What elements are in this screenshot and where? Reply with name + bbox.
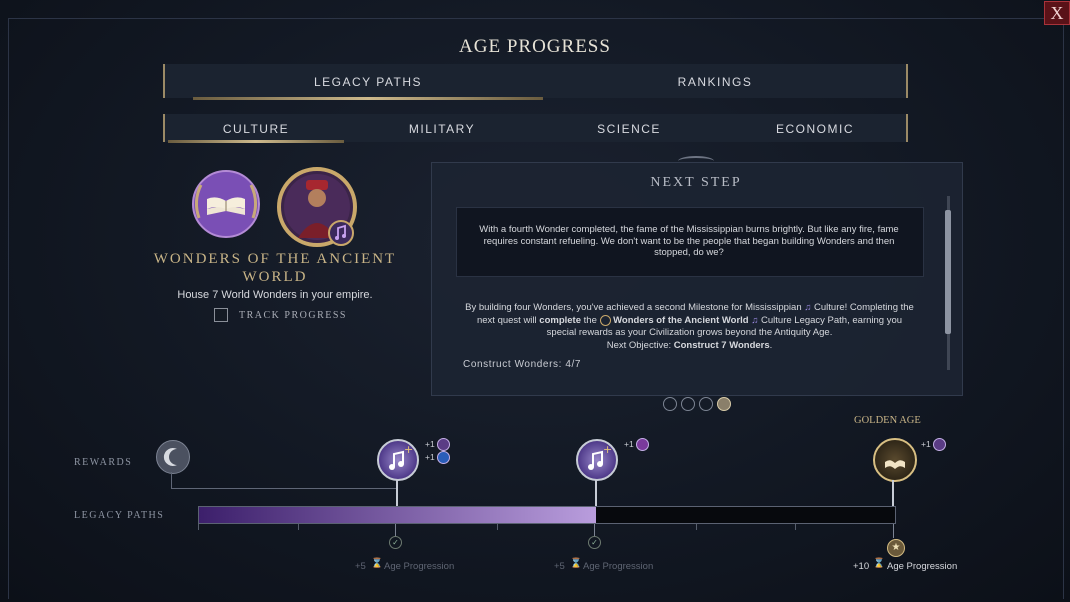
body-text-1: By building four Wonders, you've achieve… bbox=[465, 302, 802, 313]
quest-title: WONDERS OF THE ANCIENT WORLD bbox=[140, 250, 410, 286]
milestone-2-label: Age Progression bbox=[583, 561, 654, 572]
milestone-2-plus: +5 bbox=[554, 561, 565, 572]
bar-tick bbox=[298, 524, 299, 530]
body-text-8: special rewards as your Civilization gro… bbox=[546, 327, 833, 339]
culture-yield-icon-2 bbox=[933, 438, 946, 451]
milestone-check-icon-2: ✓ bbox=[588, 536, 601, 549]
body-text-5: the bbox=[583, 314, 597, 326]
reward-1-line1: +1 bbox=[425, 439, 435, 449]
golden-age-label: GOLDEN AGE bbox=[854, 415, 921, 426]
milestone-1-plus: +5 bbox=[355, 561, 366, 572]
panel-ornament bbox=[678, 156, 714, 166]
milestone-star-icon: ★ bbox=[887, 539, 905, 557]
pager-dot-4-active[interactable] bbox=[717, 397, 731, 411]
wonders-progress-label: Construct Wonders: 4/7 bbox=[463, 359, 582, 370]
tab-culture[interactable]: CULTURE bbox=[168, 122, 344, 136]
influence-yield-icon bbox=[437, 451, 450, 464]
reward-1-line2: +1 bbox=[425, 452, 435, 462]
svg-text:+: + bbox=[603, 443, 612, 456]
milestone-stem-1 bbox=[395, 524, 396, 536]
close-button[interactable]: X bbox=[1044, 1, 1070, 25]
objective-prefix: Next Objective: bbox=[606, 339, 672, 351]
hourglass-icon: ⌛ bbox=[873, 558, 885, 569]
reward-stem-3 bbox=[892, 480, 894, 506]
rewards-row-label: REWARDS bbox=[74, 457, 133, 468]
track-progress-checkbox[interactable] bbox=[214, 308, 228, 322]
bar-tick bbox=[497, 524, 498, 530]
quest-title-line2: WORLD bbox=[242, 269, 308, 285]
pager-dot-3[interactable] bbox=[699, 397, 713, 411]
narrative-quote: With a fourth Wonder completed, the fame… bbox=[479, 224, 899, 258]
tab-legacy-paths-underline bbox=[193, 97, 543, 100]
reward-connector-line bbox=[171, 488, 396, 489]
tab-economic[interactable]: ECONOMIC bbox=[727, 122, 903, 136]
golden-age-reward[interactable] bbox=[873, 438, 917, 482]
next-objective: Next Objective: Construct 7 Wonders. bbox=[462, 340, 917, 353]
bar-tick bbox=[696, 524, 697, 530]
hourglass-icon: ⌛ bbox=[570, 558, 582, 569]
objective-text: Construct 7 Wonders bbox=[673, 339, 770, 351]
track-progress-label[interactable]: TRACK PROGRESS bbox=[239, 310, 347, 321]
milestone-3-plus: +10 bbox=[853, 561, 870, 572]
tab-rankings[interactable]: RANKINGS bbox=[560, 75, 870, 89]
milestone-stem-2 bbox=[594, 524, 595, 536]
reward-node-1[interactable]: + bbox=[377, 439, 419, 481]
svg-text:+: + bbox=[404, 443, 413, 456]
wonder-yield-icon bbox=[636, 438, 649, 451]
reward-node-2[interactable]: + bbox=[576, 439, 618, 481]
culture-note-icon bbox=[327, 219, 355, 247]
tab-legacy-paths[interactable]: LEGACY PATHS bbox=[193, 75, 543, 89]
quest-body-line2: next quest will complete the Wonders of … bbox=[462, 314, 917, 328]
body-text-3: next quest will bbox=[476, 314, 537, 326]
wonder-inline-icon bbox=[599, 314, 611, 326]
panel-scrollbar-thumb[interactable] bbox=[945, 210, 951, 334]
culture-inline-icon: ♫ bbox=[804, 302, 812, 313]
hourglass-icon: ⌛ bbox=[371, 558, 383, 569]
reward-connector bbox=[171, 472, 172, 489]
reward-stem-2 bbox=[595, 479, 597, 506]
pager-dot-1[interactable] bbox=[663, 397, 677, 411]
objective-suffix: . bbox=[769, 339, 773, 351]
legacy-progress-fill bbox=[199, 507, 596, 523]
page-title: AGE PROGRESS bbox=[459, 36, 611, 57]
body-text-2: Culture! Completing the bbox=[814, 302, 914, 313]
pager-dot-2[interactable] bbox=[681, 397, 695, 411]
quest-body-line1: By building four Wonders, you've achieve… bbox=[462, 302, 917, 315]
tab-culture-underline bbox=[168, 140, 344, 143]
reward-3-line1: +1 bbox=[921, 439, 931, 449]
body-text-4: complete bbox=[539, 314, 581, 326]
quest-body: By building four Wonders, you've achieve… bbox=[462, 302, 917, 352]
reward-2-line1: +1 bbox=[624, 439, 634, 449]
milestone-3-label: Age Progression bbox=[887, 561, 958, 572]
culture-yield-icon bbox=[437, 438, 450, 451]
moon-reward-icon bbox=[156, 440, 190, 474]
tab-military[interactable]: MILITARY bbox=[354, 122, 530, 136]
close-icon[interactable]: X bbox=[1051, 3, 1064, 23]
next-step-header: NEXT STEP bbox=[650, 175, 742, 190]
culture-inline-icon-2: ♫ bbox=[751, 314, 759, 326]
milestone-check-icon-1: ✓ bbox=[389, 536, 402, 549]
legacy-paths-row-label: LEGACY PATHS bbox=[74, 510, 165, 521]
quest-description: House 7 World Wonders in your empire. bbox=[177, 289, 373, 301]
book-laurel-icon bbox=[185, 163, 267, 245]
milestone-stem-3 bbox=[893, 524, 894, 538]
milestone-1-label: Age Progression bbox=[384, 561, 455, 572]
legacy-progress-bar bbox=[198, 506, 896, 524]
reward-stem-1 bbox=[396, 479, 398, 506]
body-text-7: Culture Legacy Path, earning you bbox=[761, 314, 903, 326]
bar-tick bbox=[795, 524, 796, 530]
bar-tick bbox=[198, 524, 199, 530]
quest-title-line1: WONDERS OF THE ANCIENT bbox=[153, 251, 397, 267]
body-text-6: Wonders of the Ancient World bbox=[613, 314, 749, 326]
tab-science[interactable]: SCIENCE bbox=[541, 122, 717, 136]
